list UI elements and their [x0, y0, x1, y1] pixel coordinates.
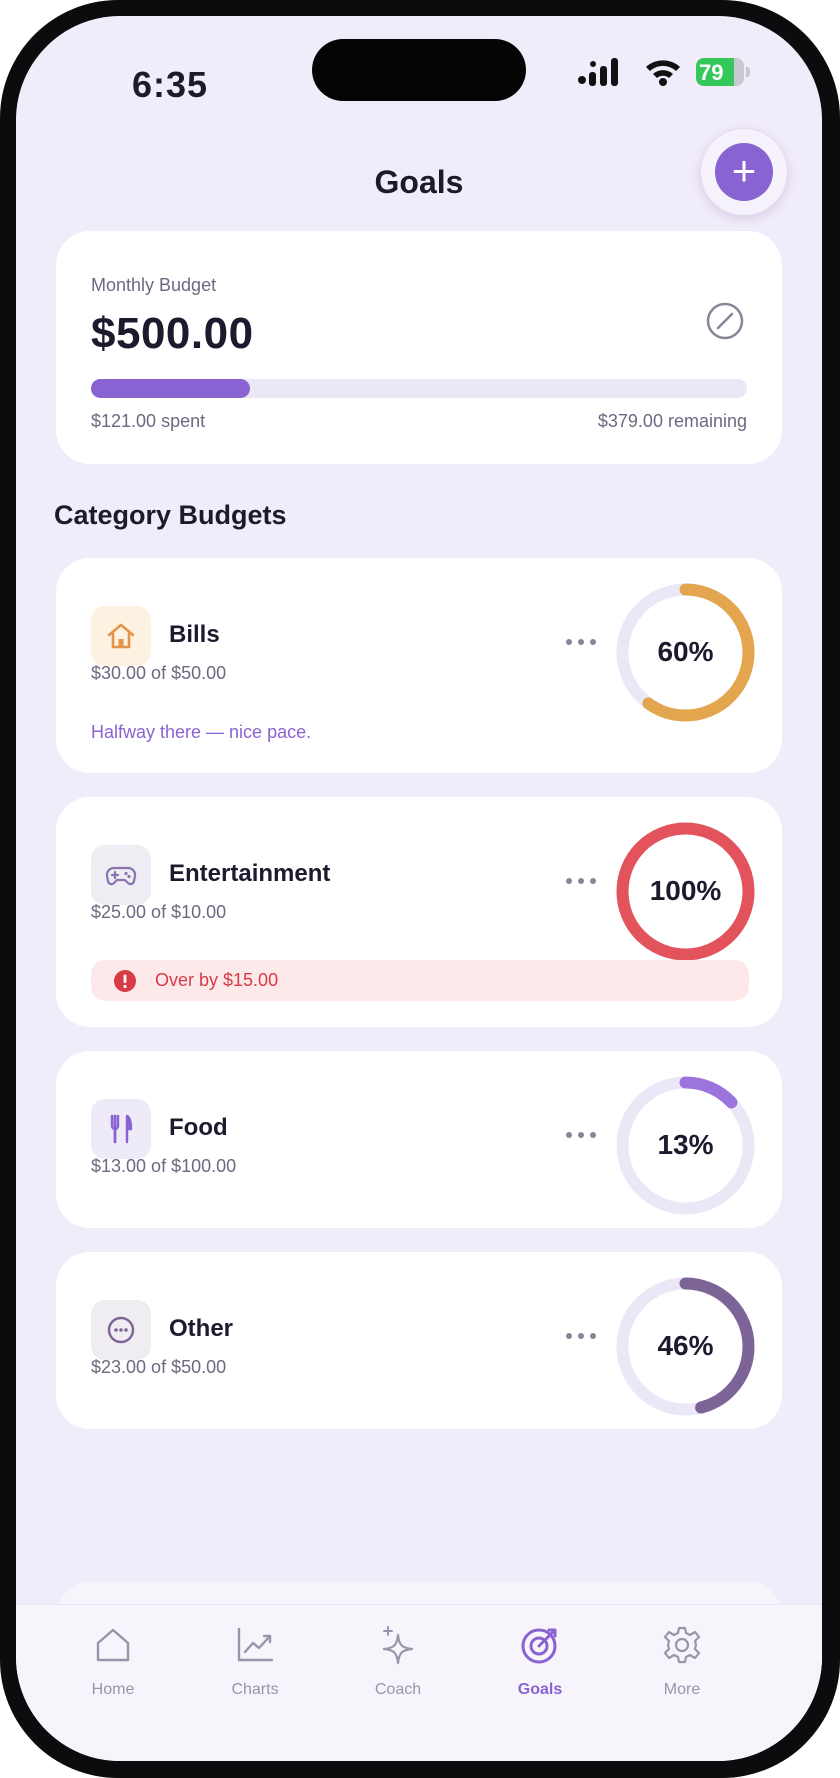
pencil-icon[interactable] — [705, 301, 745, 341]
target-icon — [521, 1628, 557, 1664]
monthly-budget-remaining: $379.00 remaining — [597, 411, 747, 431]
utensils-icon — [110, 1114, 133, 1144]
plus-icon: + — [715, 143, 773, 201]
tab-label: Charts — [231, 1681, 279, 1698]
tab-coach[interactable]: Coach — [338, 1625, 458, 1715]
tab-home[interactable]: Home — [53, 1625, 173, 1715]
category-card-food[interactable]: Food $13.00 of $100.00 13% — [56, 1051, 782, 1228]
status-time: 6:35 — [132, 64, 209, 105]
category-icon-tile — [91, 1300, 151, 1360]
tab-label: Goals — [517, 1681, 563, 1698]
add-goal-button[interactable]: + — [700, 128, 788, 216]
alert-icon — [114, 970, 136, 992]
category-name: Other — [169, 1315, 234, 1342]
category-name: Entertainment — [169, 860, 331, 887]
gear-icon — [663, 1626, 701, 1664]
progress-percent: 13% — [657, 1129, 714, 1160]
category-note: Halfway there — nice pace. — [91, 722, 312, 742]
chart-icon — [237, 1627, 274, 1662]
more-options-icon[interactable] — [561, 1330, 601, 1342]
battery-indicator: 79 — [696, 58, 750, 86]
category-icon-tile — [91, 845, 151, 905]
category-amount: $30.00 of $50.00 — [91, 663, 227, 683]
sparkle-icon — [382, 1626, 414, 1665]
category-card-entertainment[interactable]: Entertainment $25.00 of $10.00 100% Over… — [56, 797, 782, 1027]
dynamic-island — [312, 39, 526, 101]
wifi-icon — [646, 60, 680, 86]
house-icon — [107, 623, 135, 649]
phone-frame: 6:35 79 Goals + Monthly Budget $500.00 $… — [0, 0, 840, 1778]
category-icon-tile — [91, 606, 151, 666]
monthly-budget-progress — [91, 379, 747, 398]
tab-charts[interactable]: Charts — [195, 1625, 315, 1715]
tab-label: Coach — [374, 1681, 422, 1698]
tab-label: More — [663, 1681, 701, 1698]
more-options-icon[interactable] — [561, 1129, 601, 1141]
category-name: Bills — [169, 621, 220, 648]
monthly-budget-spent: $121.00 spent — [91, 411, 206, 431]
gamepad-icon — [105, 866, 137, 886]
category-card-bills[interactable]: Bills $30.00 of $50.00 60% Halfway there… — [56, 558, 782, 773]
tab-goals[interactable]: Goals — [480, 1625, 600, 1715]
more-options-icon[interactable] — [561, 636, 601, 648]
category-icon-tile — [91, 1099, 151, 1159]
tab-bar: Home Charts Coach Goals More — [16, 1604, 822, 1761]
progress-percent: 46% — [657, 1330, 714, 1361]
home-icon — [96, 1628, 130, 1662]
app-screen: 6:35 79 Goals + Monthly Budget $500.00 $… — [16, 16, 822, 1761]
monthly-budget-amount: $500.00 — [91, 309, 254, 358]
ellipsis-circle-icon — [107, 1316, 135, 1344]
tab-more[interactable]: More — [622, 1625, 742, 1715]
progress-percent: 100% — [649, 875, 722, 906]
tab-label: Home — [91, 1681, 135, 1698]
more-options-icon[interactable] — [561, 875, 601, 887]
category-amount: $13.00 of $100.00 — [91, 1156, 237, 1176]
section-title: Category Budgets — [54, 500, 287, 530]
battery-percent: 79 — [699, 60, 724, 85]
category-amount: $25.00 of $10.00 — [91, 902, 227, 922]
progress-percent: 60% — [657, 636, 714, 667]
monthly-budget-label: Monthly Budget — [91, 275, 217, 295]
category-name: Food — [169, 1114, 228, 1141]
over-budget-alert: Over by $15.00 — [91, 960, 749, 1001]
category-amount: $23.00 of $50.00 — [91, 1357, 227, 1377]
over-budget-text: Over by $15.00 — [155, 970, 279, 990]
monthly-budget-card[interactable]: Monthly Budget $500.00 $121.00 spent $37… — [56, 231, 782, 464]
category-card-other[interactable]: Other $23.00 of $50.00 46% — [56, 1252, 782, 1429]
cellular-signal-icon — [578, 58, 618, 86]
